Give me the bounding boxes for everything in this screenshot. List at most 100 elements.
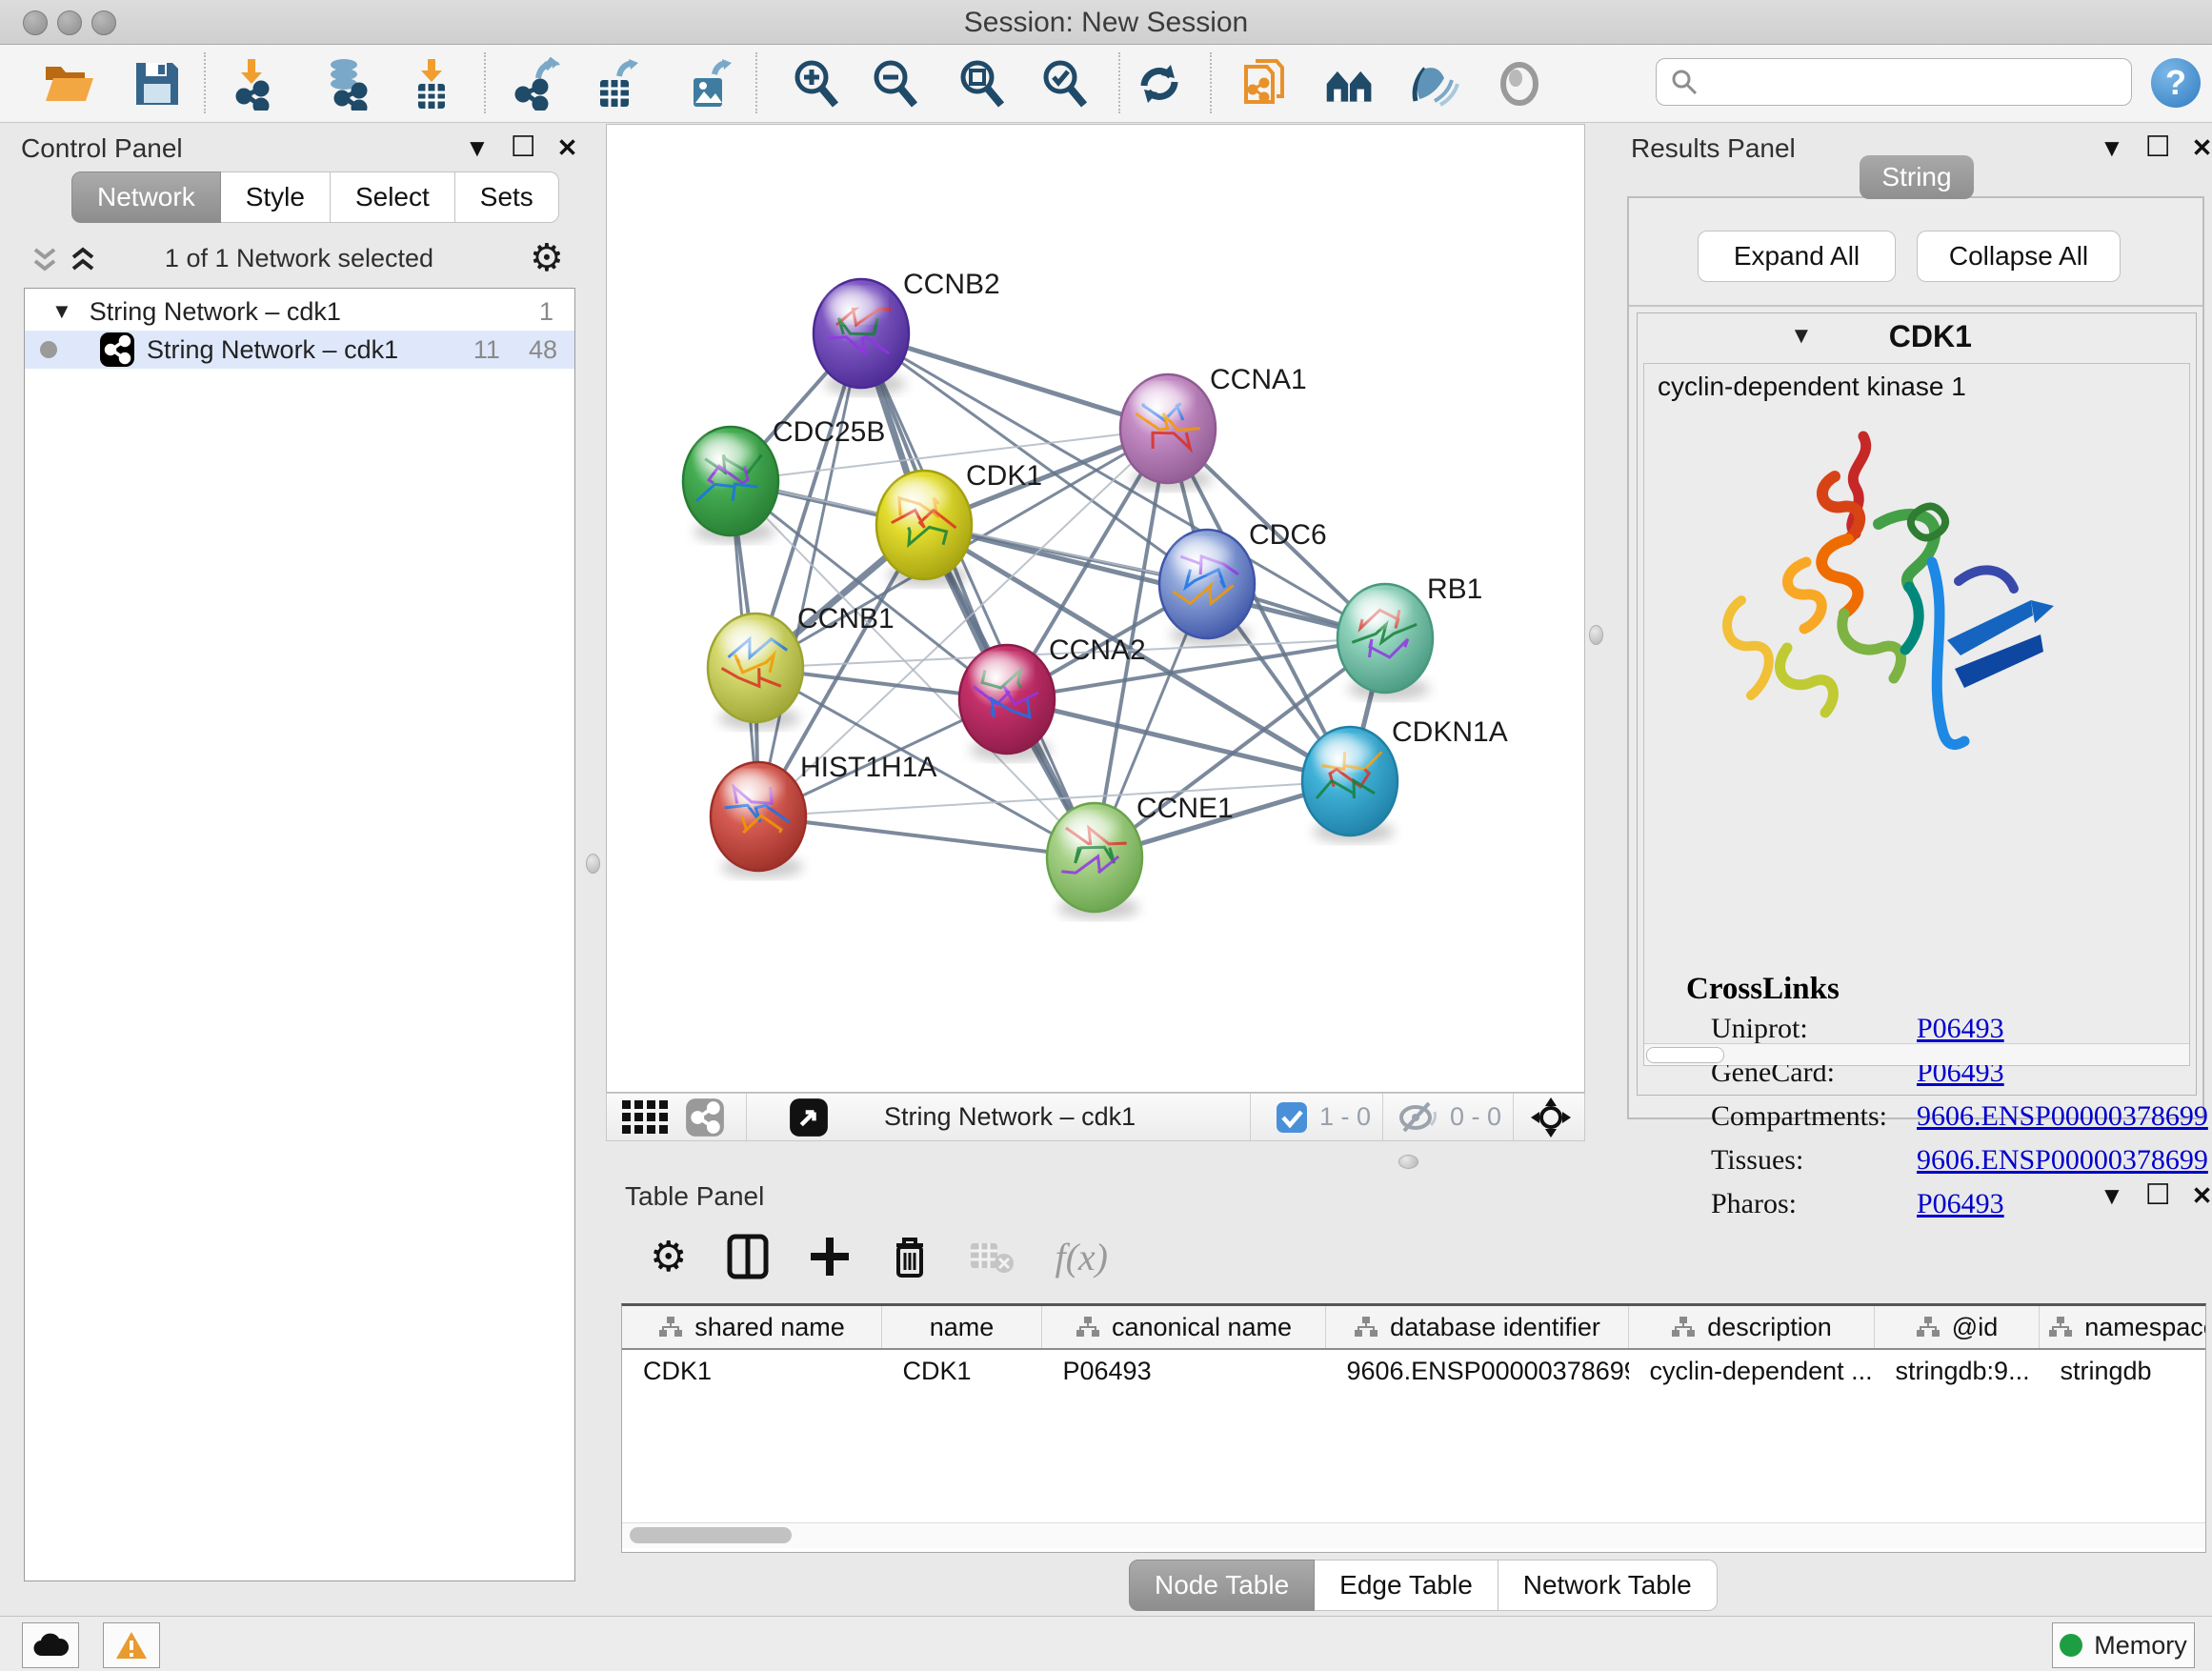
network-label: String Network – cdk1 <box>147 335 398 365</box>
zoom-in-icon[interactable] <box>790 57 843 111</box>
network-options-gear-icon[interactable]: ⚙ <box>530 236 564 280</box>
tab-node-table[interactable]: Node Table <box>1129 1560 1315 1611</box>
import-table-icon[interactable] <box>405 57 458 111</box>
crosslink-link[interactable]: 9606.ENSP00000378699 <box>1917 1144 2208 1177</box>
show-graphics-icon[interactable] <box>1493 57 1546 111</box>
bottom-splitter-handle[interactable] <box>1398 1155 1418 1169</box>
results-panel-float-icon[interactable]: ☐ <box>2145 133 2171 162</box>
column-header--id[interactable]: @id <box>1875 1306 2040 1349</box>
fit-selection-crosshair-icon[interactable] <box>1529 1096 1573 1139</box>
hide-selected-icon[interactable] <box>1406 57 1459 111</box>
network-edge-HIST1H1A-CCNE1[interactable] <box>758 816 1095 857</box>
export-network-icon[interactable] <box>510 57 563 111</box>
results-panel-close-icon[interactable]: ✕ <box>2192 135 2212 160</box>
node-label-CCNE1: CCNE1 <box>1136 793 1234 824</box>
table-cell[interactable]: stringdb <box>2040 1349 2207 1392</box>
table-cell[interactable]: P06493 <box>1042 1349 1326 1392</box>
tab-style[interactable]: Style <box>221 171 331 223</box>
warnings-button[interactable] <box>103 1622 160 1668</box>
control-panel-float-icon[interactable]: ☐ <box>511 133 536 162</box>
tab-string[interactable]: String <box>1860 155 1974 199</box>
first-neighbors-icon[interactable] <box>1323 57 1377 111</box>
column-header-namespace[interactable]: namespace <box>2040 1306 2207 1349</box>
table-hscrollbar[interactable] <box>622 1522 2205 1548</box>
save-session-icon[interactable] <box>131 57 184 111</box>
table-panel-close-icon[interactable]: ✕ <box>2192 1183 2212 1208</box>
hidden-eye-slash-icon[interactable] <box>1397 1098 1438 1137</box>
control-panel-collapse-icon[interactable]: ▼ <box>465 135 490 160</box>
search-field[interactable] <box>1656 58 2132 106</box>
table-cell[interactable]: CDK1 <box>882 1349 1042 1392</box>
node-label-RB1: RB1 <box>1427 574 1482 605</box>
control-panel-tabs: Network Style Select Sets <box>71 171 559 221</box>
network-canvas[interactable]: CCNB2CCNA1CDC25BCDK1CDC6RB1CCNB1CCNA2CDK… <box>606 124 1585 1093</box>
crosslink-link[interactable]: P06493 <box>1917 1188 2004 1220</box>
grid-view-icon[interactable] <box>620 1098 670 1137</box>
expand-all-button[interactable]: Expand All <box>1698 231 1896 282</box>
table-cell[interactable]: CDK1 <box>622 1349 882 1392</box>
right-splitter-handle[interactable] <box>1589 625 1603 645</box>
network-row[interactable]: String Network – cdk1 11 48 <box>25 331 574 369</box>
search-input[interactable] <box>1699 67 2131 98</box>
results-hscrollbar[interactable] <box>1644 1043 2189 1065</box>
export-table-icon[interactable] <box>589 57 642 111</box>
crosslink-link[interactable]: 9606.ENSP00000378699 <box>1917 1100 2208 1133</box>
gene-symbol: CDK1 <box>1889 319 1972 354</box>
import-network-icon[interactable] <box>225 57 278 111</box>
table-cell[interactable]: 9606.ENSP00000378699 <box>1326 1349 1629 1392</box>
delete-column-icon[interactable] <box>891 1234 929 1279</box>
table-cell[interactable]: stringdb:9... <box>1875 1349 2040 1392</box>
help-icon[interactable]: ? <box>2151 58 2201 108</box>
cloud-button[interactable] <box>22 1622 79 1668</box>
gene-collapse-icon[interactable]: ▼ <box>1790 323 1813 350</box>
cytoscape-window: Session: New Session <box>0 0 2212 1671</box>
table-tabs: Node TableEdge TableNetwork Table <box>1129 1560 1718 1607</box>
import-database-icon[interactable] <box>319 57 372 111</box>
function-builder-button[interactable]: f(x) <box>1055 1235 1108 1279</box>
crosslink-row: Tissues:9606.ENSP00000378699 <box>1686 1138 2208 1182</box>
zoom-selected-icon[interactable] <box>1038 57 1092 111</box>
show-columns-icon[interactable] <box>727 1234 769 1279</box>
column-header-description[interactable]: description <box>1629 1306 1875 1349</box>
zoom-fit-icon[interactable] <box>955 57 1009 111</box>
network-edge-CCNB2-HIST1H1A[interactable] <box>758 333 861 816</box>
refresh-icon[interactable] <box>1133 57 1186 111</box>
selected-checkbox-icon[interactable] <box>1276 1101 1308 1134</box>
memory-button[interactable]: Memory <box>2052 1622 2195 1668</box>
toolbar-separator <box>484 52 486 113</box>
column-header-canonical-name[interactable]: canonical name <box>1042 1306 1326 1349</box>
table-cell[interactable]: cyclin-dependent ... <box>1629 1349 1875 1392</box>
node-label-CDC25B: CDC25B <box>773 416 885 448</box>
zoom-out-icon[interactable] <box>869 57 922 111</box>
network-type-icon[interactable] <box>685 1097 725 1137</box>
warning-icon <box>115 1631 148 1660</box>
network-collection-row[interactable]: ▼ String Network – cdk1 1 <box>25 292 574 331</box>
tab-edge-table[interactable]: Edge Table <box>1315 1560 1498 1611</box>
birds-eye-view-icon[interactable] <box>789 1097 829 1137</box>
delete-table-icon[interactable] <box>969 1238 1015 1276</box>
table-options-gear-icon[interactable]: ⚙ <box>650 1233 687 1281</box>
export-image-icon[interactable] <box>682 57 735 111</box>
add-column-icon[interactable] <box>809 1236 851 1278</box>
collapse-all-button[interactable]: Collapse All <box>1917 231 2121 282</box>
control-panel-close-icon[interactable]: ✕ <box>557 135 578 160</box>
table-panel-float-icon[interactable]: ☐ <box>2145 1181 2171 1210</box>
tab-select[interactable]: Select <box>331 171 455 223</box>
collection-expand-icon[interactable]: ▼ <box>51 299 72 324</box>
network-view-title: String Network – cdk1 <box>884 1102 1136 1132</box>
left-splitter-handle[interactable] <box>586 854 600 874</box>
column-header-database-identifier[interactable]: database identifier <box>1326 1306 1629 1349</box>
tab-sets[interactable]: Sets <box>455 171 559 223</box>
network-view-toolbar: String Network – cdk1 1 - 0 0 - 0 <box>606 1093 1585 1141</box>
clone-network-icon[interactable] <box>1240 57 1294 111</box>
column-header-name[interactable]: name <box>882 1306 1042 1349</box>
table-row[interactable]: CDK1CDK1P064939606.ENSP00000378699cyclin… <box>622 1349 2206 1392</box>
crosslink-link[interactable]: P06493 <box>1917 1013 2004 1045</box>
tab-network[interactable]: Network <box>71 171 221 223</box>
results-panel-collapse-icon[interactable]: ▼ <box>2100 135 2124 160</box>
table-panel-collapse-icon[interactable]: ▼ <box>2100 1183 2124 1208</box>
tab-network-table[interactable]: Network Table <box>1498 1560 1718 1611</box>
open-session-icon[interactable] <box>42 57 95 111</box>
column-header-shared-name[interactable]: shared name <box>622 1306 882 1349</box>
memory-status-icon <box>2060 1634 2082 1657</box>
